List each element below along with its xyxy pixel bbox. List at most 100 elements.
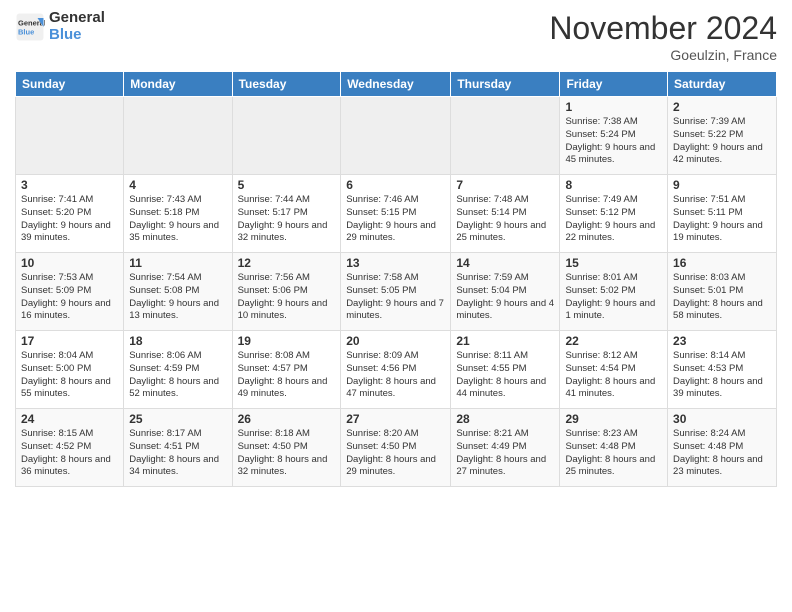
svg-text:Blue: Blue (18, 27, 34, 36)
day-number: 25 (129, 412, 226, 426)
day-number: 12 (238, 256, 336, 270)
day-info: Sunrise: 8:12 AMSunset: 4:54 PMDaylight:… (565, 350, 662, 401)
day-number: 9 (673, 178, 771, 192)
day-info: Sunrise: 8:17 AMSunset: 4:51 PMDaylight:… (129, 428, 226, 479)
day-info: Sunrise: 8:21 AMSunset: 4:49 PMDaylight:… (456, 428, 554, 479)
day-info: Sunrise: 7:49 AMSunset: 5:12 PMDaylight:… (565, 194, 662, 245)
day-info: Sunrise: 8:09 AMSunset: 4:56 PMDaylight:… (346, 350, 445, 401)
day-info: Sunrise: 8:04 AMSunset: 5:00 PMDaylight:… (21, 350, 118, 401)
calendar-cell: 14 Sunrise: 7:59 AMSunset: 5:04 PMDayligh… (451, 253, 560, 331)
logo: General Blue General Blue (15, 10, 105, 43)
day-info: Sunrise: 8:18 AMSunset: 4:50 PMDaylight:… (238, 428, 336, 479)
day-info: Sunrise: 7:54 AMSunset: 5:08 PMDaylight:… (129, 272, 226, 323)
day-number: 17 (21, 334, 118, 348)
calendar-cell: 8 Sunrise: 7:49 AMSunset: 5:12 PMDaylight… (560, 175, 668, 253)
day-number: 27 (346, 412, 445, 426)
day-info: Sunrise: 7:53 AMSunset: 5:09 PMDaylight:… (21, 272, 118, 323)
day-info: Sunrise: 8:06 AMSunset: 4:59 PMDaylight:… (129, 350, 226, 401)
calendar-cell: 25 Sunrise: 8:17 AMSunset: 4:51 PMDayligh… (124, 409, 232, 487)
calendar-cell: 2 Sunrise: 7:39 AMSunset: 5:22 PMDaylight… (668, 97, 777, 175)
calendar-cell: 9 Sunrise: 7:51 AMSunset: 5:11 PMDaylight… (668, 175, 777, 253)
location: Goeulzin, France (549, 47, 777, 63)
month-title: November 2024 (549, 10, 777, 47)
day-number: 15 (565, 256, 662, 270)
day-header-sunday: Sunday (16, 72, 124, 97)
calendar-cell: 7 Sunrise: 7:48 AMSunset: 5:14 PMDaylight… (451, 175, 560, 253)
day-number: 14 (456, 256, 554, 270)
day-number: 7 (456, 178, 554, 192)
day-number: 29 (565, 412, 662, 426)
calendar-cell: 24 Sunrise: 8:15 AMSunset: 4:52 PMDayligh… (16, 409, 124, 487)
day-number: 3 (21, 178, 118, 192)
week-row-1: 1Sunrise: 7:38 AMSunset: 5:24 PMDaylight… (16, 97, 777, 175)
calendar-cell: 1Sunrise: 7:38 AMSunset: 5:24 PMDaylight… (560, 97, 668, 175)
calendar-cell: 29 Sunrise: 8:23 AMSunset: 4:48 PMDayligh… (560, 409, 668, 487)
calendar-cell (124, 97, 232, 175)
day-number: 1 (565, 100, 662, 114)
day-number: 26 (238, 412, 336, 426)
day-info: Sunrise: 7:39 AMSunset: 5:22 PMDaylight:… (673, 116, 771, 167)
calendar-cell: 6 Sunrise: 7:46 AMSunset: 5:15 PMDaylight… (341, 175, 451, 253)
calendar-cell (16, 97, 124, 175)
day-number: 8 (565, 178, 662, 192)
week-row-4: 17 Sunrise: 8:04 AMSunset: 5:00 PMDayligh… (16, 331, 777, 409)
day-number: 4 (129, 178, 226, 192)
day-header-friday: Friday (560, 72, 668, 97)
calendar-cell: 18 Sunrise: 8:06 AMSunset: 4:59 PMDayligh… (124, 331, 232, 409)
day-info: Sunrise: 8:15 AMSunset: 4:52 PMDaylight:… (21, 428, 118, 479)
calendar-table: SundayMondayTuesdayWednesdayThursdayFrid… (15, 71, 777, 487)
calendar-cell: 15 Sunrise: 8:01 AMSunset: 5:02 PMDayligh… (560, 253, 668, 331)
calendar-header-row: SundayMondayTuesdayWednesdayThursdayFrid… (16, 72, 777, 97)
day-header-monday: Monday (124, 72, 232, 97)
day-number: 19 (238, 334, 336, 348)
day-number: 30 (673, 412, 771, 426)
calendar-cell: 13Sunrise: 7:58 AMSunset: 5:05 PMDayligh… (341, 253, 451, 331)
calendar-cell: 20 Sunrise: 8:09 AMSunset: 4:56 PMDayligh… (341, 331, 451, 409)
day-number: 22 (565, 334, 662, 348)
day-header-wednesday: Wednesday (341, 72, 451, 97)
day-number: 21 (456, 334, 554, 348)
week-row-5: 24 Sunrise: 8:15 AMSunset: 4:52 PMDayligh… (16, 409, 777, 487)
logo-text: General Blue (49, 10, 105, 43)
calendar-cell: 19Sunrise: 8:08 AMSunset: 4:57 PMDayligh… (232, 331, 341, 409)
day-number: 16 (673, 256, 771, 270)
calendar-cell: 12Sunrise: 7:56 AMSunset: 5:06 PMDayligh… (232, 253, 341, 331)
calendar-cell: 11Sunrise: 7:54 AMSunset: 5:08 PMDayligh… (124, 253, 232, 331)
day-header-saturday: Saturday (668, 72, 777, 97)
day-info: Sunrise: 8:23 AMSunset: 4:48 PMDaylight:… (565, 428, 662, 479)
calendar-cell: 3 Sunrise: 7:41 AMSunset: 5:20 PMDaylight… (16, 175, 124, 253)
day-info: Sunrise: 8:03 AMSunset: 5:01 PMDaylight:… (673, 272, 771, 323)
calendar-cell: 23Sunrise: 8:14 AMSunset: 4:53 PMDayligh… (668, 331, 777, 409)
calendar-cell (341, 97, 451, 175)
calendar-cell: 4 Sunrise: 7:43 AMSunset: 5:18 PMDaylight… (124, 175, 232, 253)
day-info: Sunrise: 8:11 AMSunset: 4:55 PMDaylight:… (456, 350, 554, 401)
calendar-cell: 21 Sunrise: 8:11 AMSunset: 4:55 PMDayligh… (451, 331, 560, 409)
calendar-page: General Blue General Blue November 2024 … (0, 0, 792, 612)
week-row-2: 3 Sunrise: 7:41 AMSunset: 5:20 PMDaylight… (16, 175, 777, 253)
day-info: Sunrise: 8:20 AMSunset: 4:50 PMDaylight:… (346, 428, 445, 479)
calendar-cell: 30Sunrise: 8:24 AMSunset: 4:48 PMDayligh… (668, 409, 777, 487)
day-number: 20 (346, 334, 445, 348)
day-number: 18 (129, 334, 226, 348)
day-info: Sunrise: 7:46 AMSunset: 5:15 PMDaylight:… (346, 194, 445, 245)
week-row-3: 10Sunrise: 7:53 AMSunset: 5:09 PMDayligh… (16, 253, 777, 331)
day-number: 24 (21, 412, 118, 426)
day-number: 5 (238, 178, 336, 192)
day-info: Sunrise: 7:43 AMSunset: 5:18 PMDaylight:… (129, 194, 226, 245)
day-info: Sunrise: 7:51 AMSunset: 5:11 PMDaylight:… (673, 194, 771, 245)
day-info: Sunrise: 8:01 AMSunset: 5:02 PMDaylight:… (565, 272, 662, 323)
day-info: Sunrise: 7:59 AMSunset: 5:04 PMDaylight:… (456, 272, 554, 323)
day-info: Sunrise: 7:41 AMSunset: 5:20 PMDaylight:… (21, 194, 118, 245)
header: General Blue General Blue November 2024 … (15, 10, 777, 63)
day-info: Sunrise: 7:48 AMSunset: 5:14 PMDaylight:… (456, 194, 554, 245)
calendar-cell (451, 97, 560, 175)
day-number: 13 (346, 256, 445, 270)
calendar-cell: 5Sunrise: 7:44 AMSunset: 5:17 PMDaylight… (232, 175, 341, 253)
calendar-cell: 22 Sunrise: 8:12 AMSunset: 4:54 PMDayligh… (560, 331, 668, 409)
day-number: 28 (456, 412, 554, 426)
calendar-cell: 17 Sunrise: 8:04 AMSunset: 5:00 PMDayligh… (16, 331, 124, 409)
day-info: Sunrise: 8:14 AMSunset: 4:53 PMDaylight:… (673, 350, 771, 401)
day-number: 2 (673, 100, 771, 114)
day-number: 6 (346, 178, 445, 192)
day-header-thursday: Thursday (451, 72, 560, 97)
